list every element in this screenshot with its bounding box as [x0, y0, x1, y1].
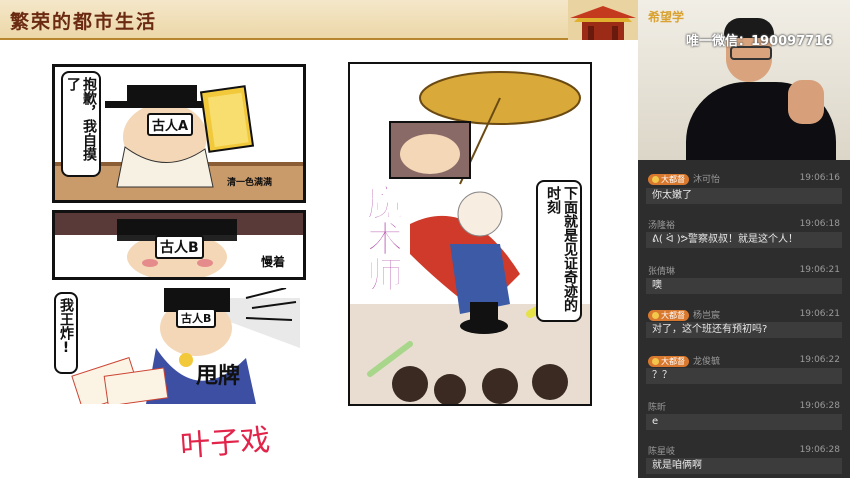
chat-message-header: 大都督 沐可怡 [648, 172, 720, 186]
chat-username[interactable]: 杨岂宸 [693, 311, 720, 321]
comic-panel-4: 下面就是见证奇迹的时刻 魔术师 [348, 62, 592, 406]
rank-badge: 大都督 [648, 356, 689, 367]
chat-message-text: e [646, 414, 842, 430]
comic-panel-3: 我王炸! 古人B 甩牌 [46, 288, 300, 404]
character-label-b-2: 古人B [176, 308, 217, 328]
slide-canvas: 繁荣的都市生活 抱歉，我自摸了 古人A 清一色满满 古人B 慢着 我王炸! 古人… [0, 0, 638, 478]
comic-panel-2: 古人B 慢着 [52, 210, 306, 280]
handwritten-annotation: 叶子戏 [179, 422, 272, 465]
chat-timestamp: 19:06:21 [799, 309, 840, 319]
rank-badge-label: 大都督 [661, 357, 685, 366]
teacher-hand [788, 80, 824, 124]
chat-username[interactable]: 张倩琳 [648, 264, 675, 278]
character-label-a: 古人A [147, 113, 194, 136]
chat-message-text: 对了，这个班还有预初吗? [646, 322, 842, 338]
chat-message-text: ？？ [646, 368, 842, 384]
card-throw-illustration [46, 288, 300, 404]
chat-timestamp: 19:06:28 [799, 445, 840, 455]
speech-bubble-bomb: 我王炸! [54, 292, 78, 374]
slide-title: 繁荣的都市生活 [10, 11, 158, 33]
slide-header: 繁荣的都市生活 [0, 0, 638, 40]
chat-panel[interactable]: 大都督 沐可怡 19:06:16 你太嫩了 汤隆裕 19:06:18 ᕕ( ᐛ )… [638, 160, 850, 478]
sfx-throw-cards: 甩牌 [196, 363, 241, 389]
comic-panel-1: 抱歉，我自摸了 古人A 清一色满满 [52, 64, 306, 203]
tile-caption: 清一色满满 [227, 178, 273, 188]
chat-username[interactable]: 沐可怡 [693, 175, 720, 185]
speech-wait: 慢着 [261, 255, 286, 269]
wechat-watermark: 唯一微信：190097716 [686, 34, 833, 49]
chat-message-text: ᕕ( ᐛ )ᕗ警察叔叔！就是这个人！ [646, 232, 842, 248]
chat-message-header: 大都督 龙俊毓 [648, 354, 720, 368]
speech-bubble-apology: 抱歉，我自摸了 [61, 71, 101, 177]
chat-username[interactable]: 龙俊毓 [693, 357, 720, 367]
brand-logo: 希望学 [648, 10, 685, 24]
chat-timestamp: 19:06:21 [799, 265, 840, 275]
teacher-video: 希望学 唯一微信：190097716 [638, 0, 850, 160]
speech-bubble-miracle: 下面就是见证奇迹的时刻 [536, 180, 582, 322]
chat-message-header: 大都督 杨岂宸 [648, 308, 720, 322]
chat-message-text: 噢 [646, 278, 842, 294]
medal-icon [652, 176, 659, 183]
chat-timestamp: 19:06:22 [799, 355, 840, 365]
rank-badge: 大都督 [648, 174, 689, 185]
chat-username[interactable]: 陈昕 [648, 400, 666, 414]
chat-message-text: 你太嫩了 [646, 188, 842, 204]
palace-roof-icon [568, 0, 638, 40]
chat-username[interactable]: 汤隆裕 [648, 218, 675, 232]
chat-timestamp: 19:06:18 [799, 219, 840, 229]
chat-message-text: 就是咱俩啊 [646, 458, 842, 474]
magician-title: 魔术师 [361, 184, 403, 293]
rank-badge-label: 大都督 [661, 175, 685, 184]
medal-icon [652, 312, 659, 319]
character-label-b: 古人B [155, 235, 204, 259]
rank-badge: 大都督 [648, 310, 689, 321]
chat-timestamp: 19:06:16 [799, 173, 840, 183]
rank-badge-label: 大都督 [661, 311, 685, 320]
chat-timestamp: 19:06:28 [799, 401, 840, 411]
medal-icon [652, 358, 659, 365]
chat-username[interactable]: 陈星岐 [648, 444, 675, 458]
